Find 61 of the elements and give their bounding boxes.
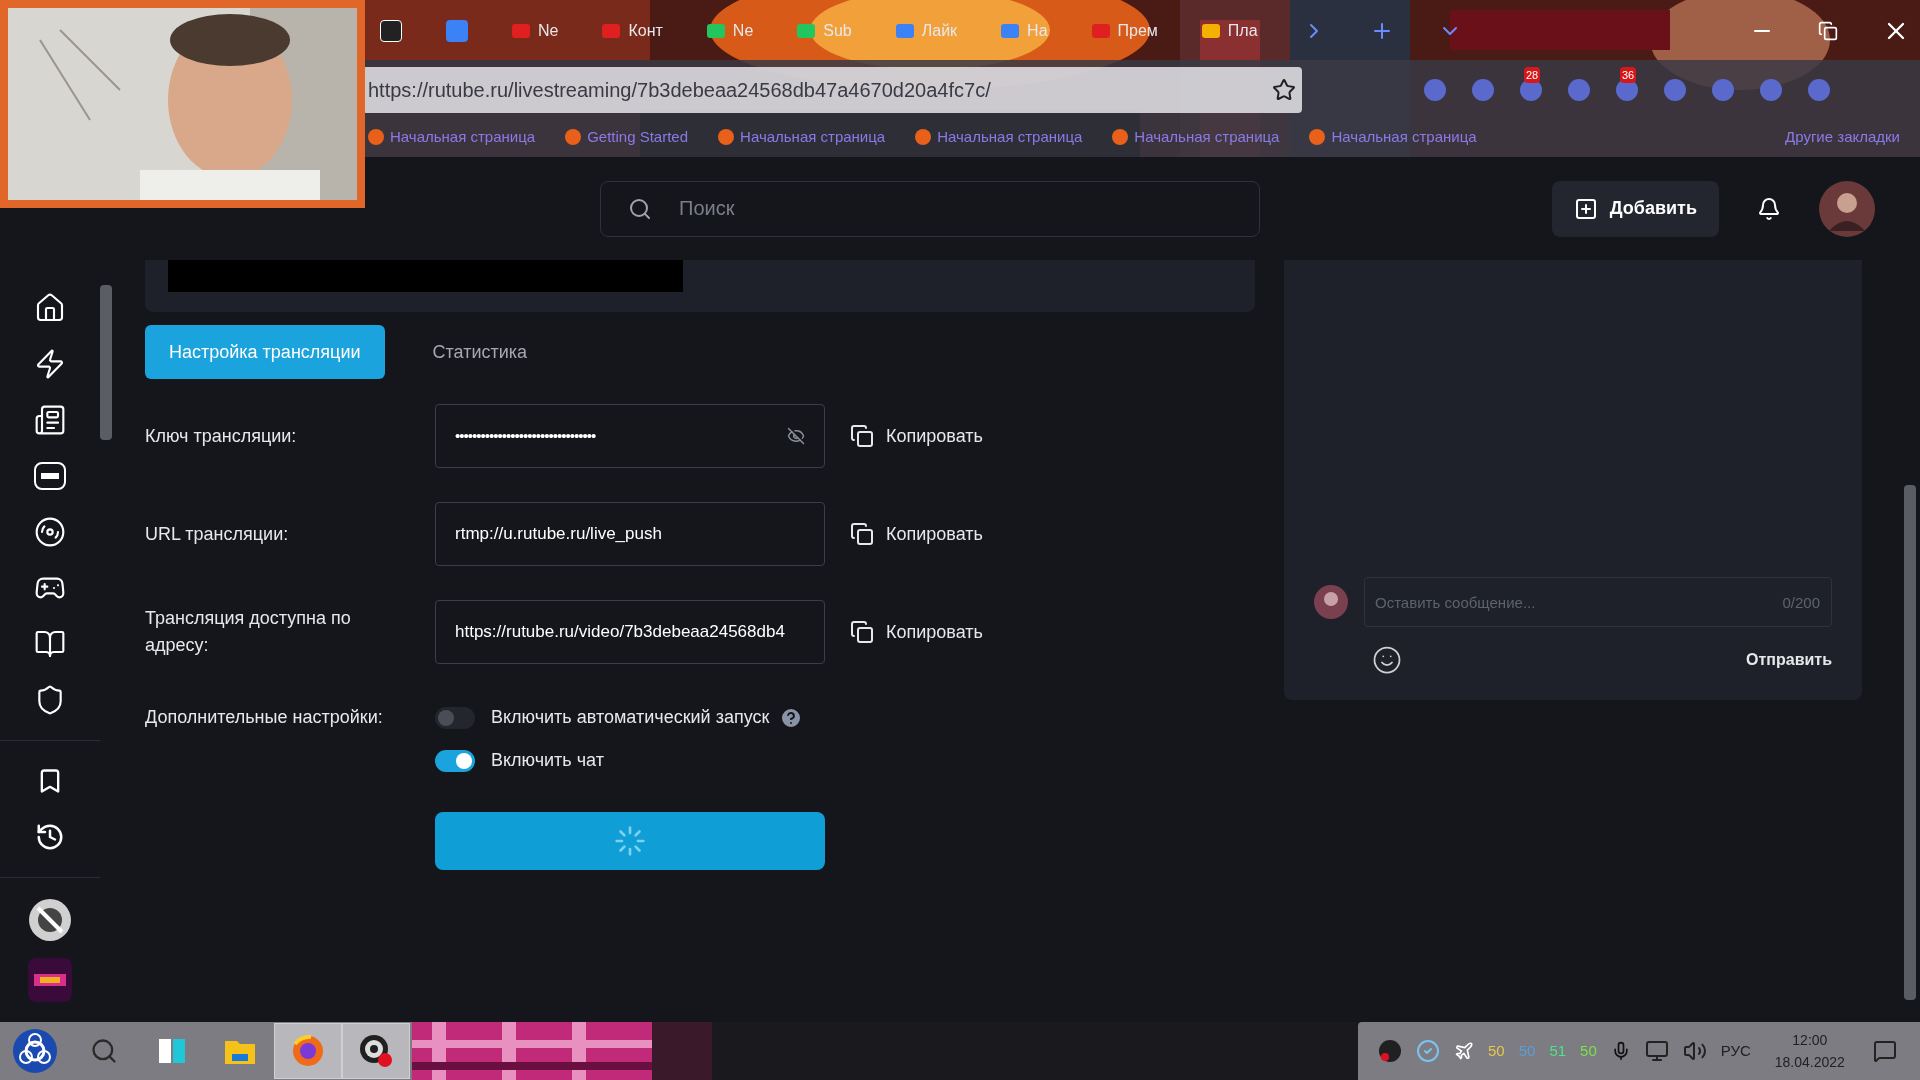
- send-button[interactable]: Отправить: [1746, 648, 1832, 672]
- widgets-icon: [157, 1036, 187, 1066]
- browser-icon: [291, 1034, 325, 1068]
- field-value: rtmp://u.rutube.ru/live_push: [455, 523, 663, 546]
- tray-reading: 50: [1580, 1040, 1597, 1061]
- tray-reading: 50: [1488, 1040, 1505, 1061]
- toggle-switch[interactable]: [435, 749, 475, 772]
- network-icon[interactable]: [1644, 1039, 1669, 1063]
- toggle-label: Включить автоматический запуск: [491, 706, 770, 729]
- field-value: •••••••••••••••••••••••••••••••••: [455, 425, 597, 446]
- disc-icon[interactable]: [34, 516, 66, 548]
- add-icon: [1573, 196, 1598, 221]
- search-icon: [90, 1037, 118, 1065]
- add-button[interactable]: Добавить: [1551, 180, 1719, 237]
- search-icon: [628, 196, 652, 221]
- input-field[interactable]: https://rutube.ru/video/7b3debeaa24568db4: [435, 600, 825, 664]
- scrollbar-thumb[interactable]: [1904, 485, 1916, 1000]
- live-icon[interactable]: [33, 461, 67, 491]
- plane-icon[interactable]: [1454, 1041, 1474, 1061]
- copy-button[interactable]: Копировать: [850, 422, 983, 450]
- hazard-icon: [12, 1028, 58, 1074]
- user-avatar: [1314, 585, 1348, 619]
- language-indicator[interactable]: РУС: [1720, 1039, 1751, 1063]
- input-field[interactable]: rtmp://u.rutube.ru/live_push: [435, 502, 825, 566]
- clock[interactable]: 12:00 18.04.2022: [1774, 1029, 1845, 1073]
- home-icon[interactable]: [34, 292, 66, 324]
- history-icon[interactable]: [35, 822, 65, 852]
- lightning-icon[interactable]: [34, 348, 66, 380]
- tab[interactable]: Статистика: [408, 325, 552, 379]
- char-counter: 0/200: [1782, 593, 1820, 613]
- field-label: Дополнительные настройки:: [145, 706, 384, 729]
- recorder-tray-icon[interactable]: [1378, 1039, 1402, 1063]
- taskbar-app[interactable]: [342, 1023, 410, 1079]
- field-label: URL трансляции:: [145, 522, 290, 546]
- input-field[interactable]: •••••••••••••••••••••••••••••••••: [435, 404, 825, 468]
- scrollbar-thumb[interactable]: [100, 285, 112, 440]
- search-field[interactable]: Поиск: [600, 180, 1260, 237]
- copy-button[interactable]: Копировать: [850, 520, 983, 548]
- recorder-icon: [358, 1033, 394, 1069]
- tray-reading: 50: [1518, 1040, 1536, 1061]
- tray-reading: 51: [1549, 1040, 1567, 1061]
- copy-icon: [850, 522, 874, 546]
- notifications-icon[interactable]: [1872, 1039, 1897, 1063]
- field-label: Трансляция доступна по адресу:: [145, 607, 352, 657]
- book-icon[interactable]: [34, 628, 66, 660]
- tab[interactable]: Настройка трансляции: [145, 325, 385, 379]
- field-value: https://rutube.ru/video/7b3debeaa24568db4: [455, 621, 786, 644]
- check-icon[interactable]: [1416, 1039, 1440, 1063]
- copy-button[interactable]: Копировать: [850, 618, 983, 646]
- loading-icon: [614, 825, 646, 857]
- copy-icon: [850, 424, 874, 448]
- toggle-switch[interactable]: [435, 706, 475, 729]
- emoji-icon[interactable]: [1372, 645, 1402, 675]
- toggle-label: Включить чат: [491, 749, 604, 772]
- hidden-eye-icon[interactable]: [787, 427, 805, 445]
- volume-icon[interactable]: [1682, 1039, 1707, 1063]
- bell-icon[interactable]: [1757, 196, 1781, 221]
- newspaper-icon[interactable]: [34, 404, 66, 436]
- avatar[interactable]: [1819, 180, 1875, 237]
- copy-icon: [850, 620, 874, 644]
- field-label: Ключ трансляции:: [145, 424, 298, 448]
